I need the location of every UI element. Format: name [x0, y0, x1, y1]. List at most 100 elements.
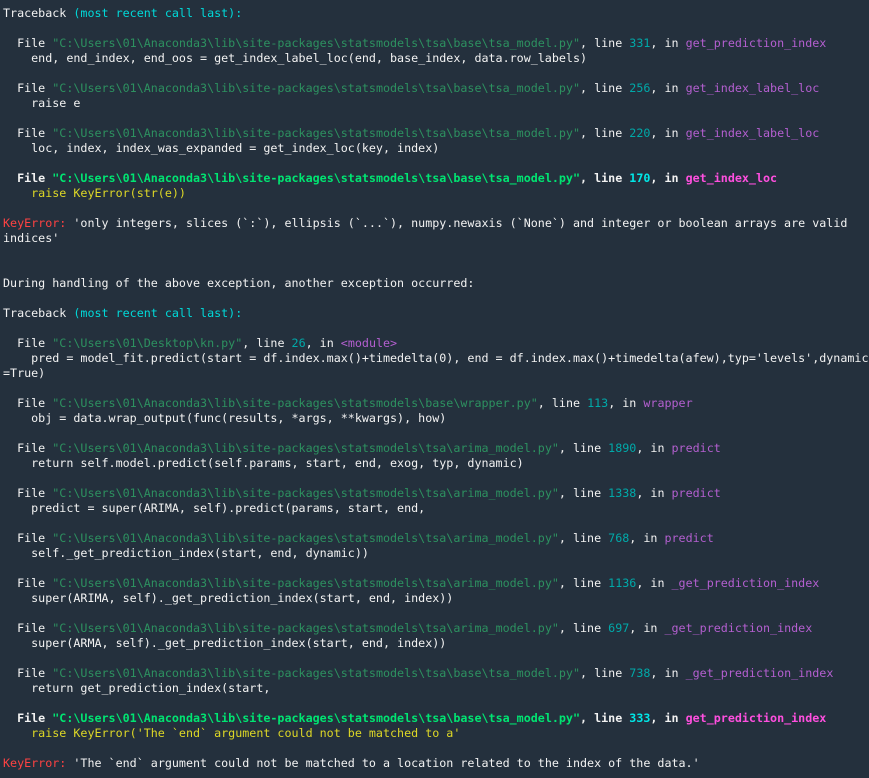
console-line: KeyError: 'The `end` argument could not …: [3, 756, 865, 771]
console-line: File "C:\Users\01\Desktop\kn.py", line 2…: [3, 336, 865, 351]
console-text: Traceback: [3, 6, 74, 20]
line-number: 26: [291, 336, 306, 350]
console-text: File: [3, 171, 53, 185]
file-path: "C:\Users\01\Anaconda3\lib\site-packages…: [52, 711, 581, 725]
function-name: predict: [671, 486, 721, 500]
file-path: "C:\Users\01\Anaconda3\lib\site-packages…: [52, 576, 559, 590]
console-text: 'The `end` argument could not be matched…: [73, 756, 700, 770]
line-number: 697: [608, 621, 630, 635]
console-text: Traceback: [3, 306, 74, 320]
file-path: "C:\Users\01\Anaconda3\lib\site-packages…: [52, 666, 581, 680]
console-text: , line: [558, 441, 609, 455]
console-line: File "C:\Users\01\Anaconda3\lib\site-pac…: [3, 441, 865, 456]
console-text: , line: [580, 666, 630, 680]
console-line: end, end_index, end_oos = get_index_labe…: [3, 51, 865, 66]
console-text: File: [3, 36, 53, 50]
line-number: 1338: [608, 486, 637, 500]
console-line: File "C:\Users\01\Anaconda3\lib\site-pac…: [3, 36, 865, 51]
file-path: "C:\Users\01\Anaconda3\lib\site-packages…: [52, 171, 581, 185]
console-line: return get_prediction_index(start,: [3, 681, 865, 696]
file-path: "C:\Users\01\Anaconda3\lib\site-packages…: [52, 126, 581, 140]
console-text: super(ARMA, self)._get_prediction_index(…: [3, 636, 447, 650]
console-line: File "C:\Users\01\Anaconda3\lib\site-pac…: [3, 126, 865, 141]
file-path: "C:\Users\01\Anaconda3\lib\site-packages…: [52, 486, 559, 500]
console-text: obj = data.wrap_output(func(results, *ar…: [3, 411, 447, 425]
console-text: , line: [558, 621, 609, 635]
line-number: 1136: [608, 576, 637, 590]
console-text: , in: [650, 126, 686, 140]
console-text: self._get_prediction_index(start, end, d…: [3, 546, 369, 560]
console-text: , line: [580, 711, 630, 725]
line-number: 738: [629, 666, 651, 680]
function-name: get_index_label_loc: [685, 126, 820, 140]
line-number: 1890: [608, 441, 637, 455]
console-text: , in: [636, 486, 672, 500]
console-line: File "C:\Users\01\Anaconda3\lib\site-pac…: [3, 396, 865, 411]
console-text: File: [3, 126, 53, 140]
console-text: , in: [650, 666, 686, 680]
console-text: , in: [650, 711, 686, 725]
error-type: KeyError:: [3, 756, 74, 770]
console-text: , line: [580, 81, 630, 95]
console-text: File: [3, 576, 53, 590]
console-line: loc, index, index_was_expanded = get_ind…: [3, 141, 865, 156]
line-number: 333: [629, 711, 651, 725]
console-text: , line: [580, 126, 630, 140]
raise-code: raise KeyError(str(e)): [3, 186, 186, 200]
function-name: wrapper: [643, 396, 693, 410]
console-text: File: [3, 336, 53, 350]
console-text: return self.model.predict(self.params, s…: [3, 456, 524, 470]
console-line: Traceback (most recent call last):: [3, 6, 865, 21]
console-line: KeyError: 'only integers, slices (`:`), …: [3, 216, 865, 231]
line-number: 220: [629, 126, 651, 140]
file-path: "C:\Users\01\Anaconda3\lib\site-packages…: [52, 531, 559, 545]
console-line: =True): [3, 366, 865, 381]
console-line: File "C:\Users\01\Anaconda3\lib\site-pac…: [3, 171, 865, 186]
console-text: , in: [636, 576, 672, 590]
console-text: return get_prediction_index(start,: [3, 681, 271, 695]
raise-code: raise KeyError('The `end` argument could…: [3, 726, 461, 740]
console-text: predict = super(ARIMA, self).predict(par…: [3, 501, 426, 515]
function-name: _get_prediction_index: [685, 666, 834, 680]
console-text: File: [3, 441, 53, 455]
console-text: During handling of the above exception, …: [3, 276, 475, 290]
traceback-label: (most recent call last):: [73, 306, 243, 320]
console-text: , in: [650, 81, 686, 95]
console-line: During handling of the above exception, …: [3, 276, 865, 291]
console-text: loc, index, index_was_expanded = get_ind…: [3, 141, 440, 155]
function-name: predict: [664, 531, 714, 545]
console-line: raise KeyError('The `end` argument could…: [3, 726, 865, 741]
console-line: raise KeyError(str(e)): [3, 186, 865, 201]
console-text: File: [3, 711, 53, 725]
console-text: super(ARIMA, self)._get_prediction_index…: [3, 591, 454, 605]
function-name: get_index_label_loc: [685, 81, 820, 95]
console-text: File: [3, 621, 53, 635]
console-text: raise e: [3, 96, 81, 110]
function-name: get_prediction_index: [685, 711, 827, 725]
console-text: , line: [537, 396, 588, 410]
error-type: KeyError:: [3, 216, 74, 230]
console-text: pred = model_fit.predict(start = df.inde…: [3, 351, 869, 365]
console-text: 'only integers, slices (`:`), ellipsis (…: [73, 216, 848, 230]
function-name: get_prediction_index: [685, 36, 827, 50]
function-name: _get_prediction_index: [664, 621, 813, 635]
function-name: _get_prediction_index: [671, 576, 820, 590]
console-text: File: [3, 396, 53, 410]
console-line: Traceback (most recent call last):: [3, 306, 865, 321]
console-line: pred = model_fit.predict(start = df.inde…: [3, 351, 868, 366]
